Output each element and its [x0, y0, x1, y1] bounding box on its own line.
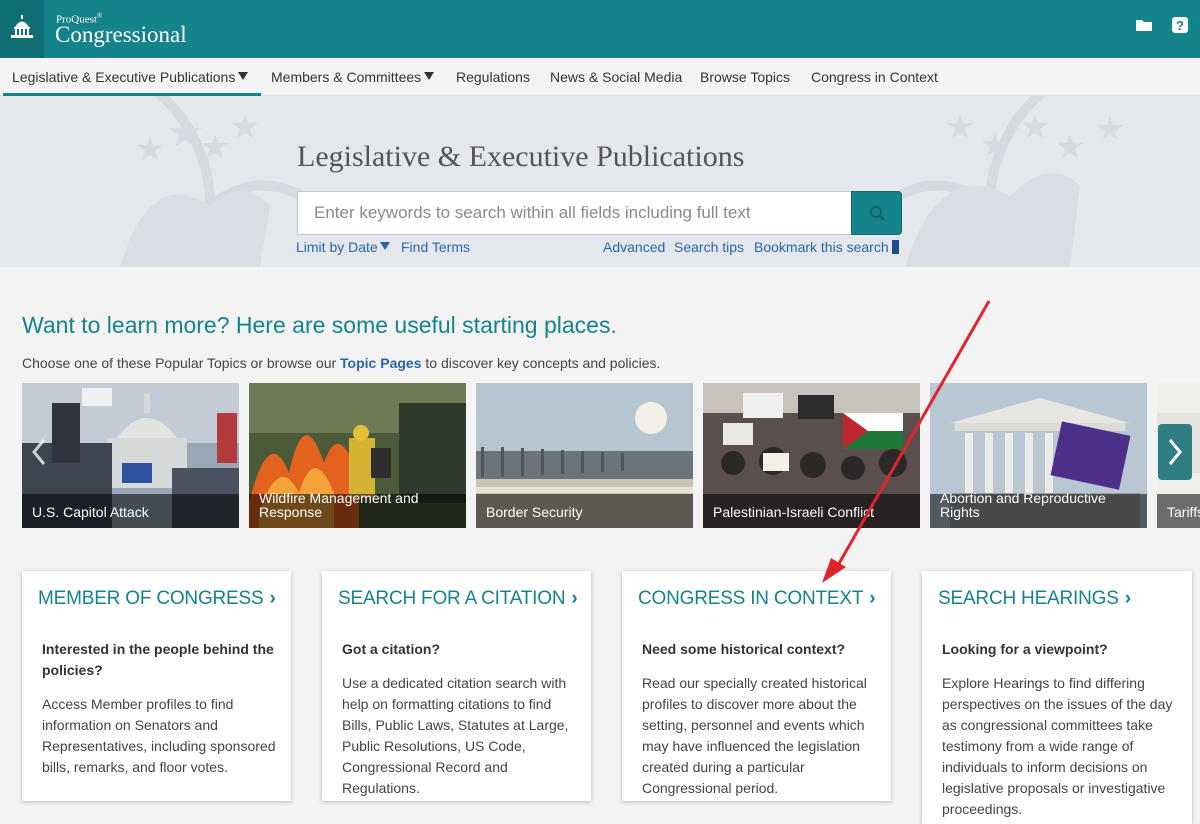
topic-label: Border Security — [486, 504, 583, 520]
carousel-next-button[interactable] — [1158, 424, 1192, 480]
search-input[interactable] — [297, 191, 852, 235]
topic-label: Tariffs — [1167, 505, 1200, 519]
card-description: Read our specially created historical pr… — [642, 675, 867, 796]
topic-label: Wildfire Management and Response — [259, 490, 419, 520]
card-question: Looking for a viewpoint? — [942, 641, 1108, 657]
learn-more-heading: Want to learn more? Here are some useful… — [22, 312, 617, 338]
card-member-of-congress[interactable]: MEMBER OF CONGRESS › Interested in the pe… — [22, 571, 291, 801]
card-description: Access Member profiles to find informati… — [42, 696, 276, 775]
folder-icon[interactable] — [1135, 16, 1153, 34]
advanced-search-link[interactable]: Advanced — [603, 239, 665, 255]
bookmark-icon — [891, 240, 899, 254]
carousel-prev-button[interactable] — [22, 424, 56, 480]
top-header: ProQuest® Congressional ? — [0, 0, 1200, 58]
nav-members-committees[interactable]: Members & Committees — [271, 69, 435, 85]
find-terms-link[interactable]: Find Terms — [401, 239, 470, 255]
topic-label: Abortion and Reproductive Rights — [940, 490, 1106, 520]
card-description: Explore Hearings to find differing persp… — [942, 675, 1173, 817]
search-icon — [870, 206, 885, 221]
card-title[interactable]: SEARCH FOR A CITATION › — [338, 588, 578, 610]
limit-by-date-link[interactable]: Limit by Date — [296, 239, 390, 255]
search-button[interactable] — [851, 191, 902, 235]
nav-news-social-media[interactable]: News & Social Media — [550, 69, 682, 85]
topic-pages-link[interactable]: Topic Pages — [340, 355, 421, 371]
search-tips-link[interactable]: Search tips — [674, 239, 744, 255]
bookmark-search-link[interactable]: Bookmark this search — [754, 239, 899, 255]
hero-seal-background — [120, 96, 1123, 267]
dropdown-caret-icon — [238, 72, 249, 80]
chevron-right-icon: › — [869, 588, 876, 609]
topic-tile-palestinian-israeli[interactable]: Palestinian-Israeli Conflict — [703, 383, 920, 528]
nav-congress-in-context[interactable]: Congress in Context — [811, 69, 938, 85]
card-title[interactable]: CONGRESS IN CONTEXT › — [638, 588, 876, 610]
page-title: Legislative & Executive Publications — [297, 140, 745, 173]
dropdown-caret-icon — [379, 242, 390, 250]
svg-text:?: ? — [1176, 18, 1184, 33]
card-congress-in-context[interactable]: CONGRESS IN CONTEXT › Need some historica… — [622, 571, 891, 801]
search-hero: Legislative & Executive Publications Lim… — [0, 96, 1200, 267]
learn-more-subtext: Choose one of these Popular Topics or br… — [22, 355, 661, 371]
card-title[interactable]: MEMBER OF CONGRESS › — [38, 588, 276, 610]
nav-legislative-executive[interactable]: Legislative & Executive Publications — [12, 69, 249, 85]
help-icon[interactable]: ? — [1171, 16, 1189, 34]
card-search-hearings[interactable]: SEARCH HEARINGS › Looking for a viewpoint… — [922, 571, 1192, 824]
capitol-icon — [11, 15, 33, 38]
main-nav: Legislative & Executive Publications Mem… — [0, 58, 1200, 96]
card-search-citation[interactable]: SEARCH FOR A CITATION › Got a citation? U… — [322, 571, 591, 801]
dropdown-caret-icon — [424, 72, 435, 80]
chevron-right-icon: › — [269, 588, 276, 609]
nav-browse-topics[interactable]: Browse Topics — [700, 69, 790, 85]
card-question: Interested in the people behind the poli… — [42, 641, 274, 678]
topic-tile-abortion-rights[interactable]: Abortion and Reproductive Rights — [930, 383, 1147, 528]
topic-tile-border-security[interactable]: Border Security — [476, 383, 693, 528]
topic-label: Palestinian-Israeli Conflict — [713, 504, 875, 520]
logo-box[interactable] — [0, 0, 44, 58]
nav-regulations[interactable]: Regulations — [456, 69, 530, 85]
topic-tile-wildfire[interactable]: Wildfire Management and Response — [249, 383, 466, 528]
card-question: Got a citation? — [342, 641, 440, 657]
card-question: Need some historical context? — [642, 641, 846, 657]
chevron-right-icon — [1168, 439, 1182, 465]
chevron-left-icon — [32, 439, 46, 465]
card-description: Use a dedicated citation search with hel… — [342, 675, 569, 796]
topic-label: U.S. Capitol Attack — [32, 504, 149, 520]
chevron-right-icon: › — [1124, 588, 1131, 609]
card-title[interactable]: SEARCH HEARINGS › — [938, 588, 1131, 610]
brand-congressional[interactable]: Congressional — [55, 22, 187, 48]
chevron-right-icon: › — [571, 588, 578, 609]
